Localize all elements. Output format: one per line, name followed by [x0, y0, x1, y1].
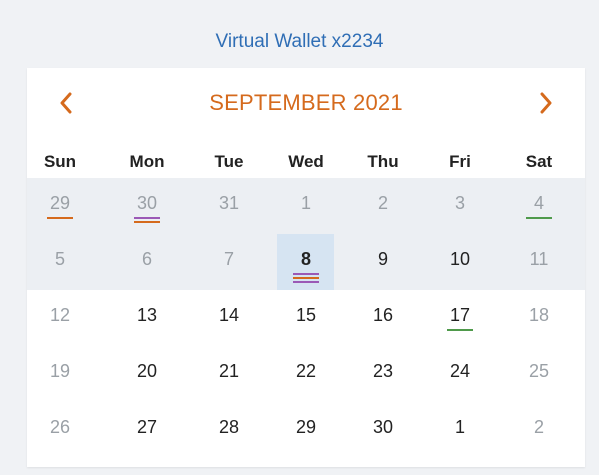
day-cell[interactable]: 17: [432, 304, 488, 348]
day-cell[interactable]: 30: [355, 416, 411, 460]
day-number: 29: [49, 193, 71, 213]
chevron-left-icon: [60, 92, 72, 114]
next-month-button[interactable]: [531, 88, 561, 118]
day-cell[interactable]: 24: [432, 360, 488, 404]
day-cell[interactable]: 19: [32, 360, 88, 404]
weekday-header-row: Sun Mon Tue Wed Thu Fri Sat: [27, 152, 585, 172]
event-mark-orange: [134, 221, 160, 223]
weekday-label: Sat: [525, 152, 553, 171]
day-number: 14: [218, 305, 240, 325]
day-cell[interactable]: 1: [432, 416, 488, 460]
day-cell[interactable]: 22: [278, 360, 334, 404]
day-number: 24: [449, 361, 471, 381]
event-mark-purple: [293, 273, 319, 275]
day-number: 16: [372, 305, 394, 325]
day-cell[interactable]: 2: [511, 416, 567, 460]
day-number: 9: [377, 249, 388, 269]
day-number: 1: [454, 417, 465, 437]
day-cell[interactable]: 28: [201, 416, 257, 460]
day-cell[interactable]: 30: [119, 192, 175, 236]
day-number: 6: [141, 249, 152, 269]
day-cell[interactable]: 31: [201, 192, 257, 236]
day-cell[interactable]: 29: [32, 192, 88, 236]
day-number: 11: [529, 249, 549, 269]
day-number: 2: [533, 417, 544, 437]
day-number: 1: [300, 193, 311, 213]
day-number: 21: [218, 361, 240, 381]
day-number: 4: [533, 193, 544, 213]
event-mark-purple: [134, 217, 160, 219]
event-mark-purple: [293, 281, 319, 283]
day-number: 10: [449, 249, 471, 269]
weekday-label: Mon: [129, 152, 165, 171]
day-number: 30: [372, 417, 394, 437]
day-cell[interactable]: 23: [355, 360, 411, 404]
day-number: 5: [54, 249, 65, 269]
day-cell[interactable]: 12: [32, 304, 88, 348]
event-indicator: [47, 217, 73, 219]
event-indicator: [134, 217, 160, 223]
day-number: 26: [49, 417, 71, 437]
day-cell[interactable]: 13: [119, 304, 175, 348]
day-cell[interactable]: 14: [201, 304, 257, 348]
day-cell[interactable]: 15: [278, 304, 334, 348]
day-number: 22: [295, 361, 317, 381]
day-number: 28: [218, 417, 240, 437]
event-indicator: [293, 273, 319, 283]
day-cell[interactable]: 9: [355, 248, 411, 292]
day-cell[interactable]: 2: [355, 192, 411, 236]
day-cell[interactable]: 21: [201, 360, 257, 404]
day-cell[interactable]: 18: [511, 304, 567, 348]
day-number: 18: [528, 305, 550, 325]
weekday-label: Sun: [43, 152, 77, 171]
event-mark-green: [447, 329, 473, 331]
event-mark-green: [526, 217, 552, 219]
event-mark-orange: [47, 217, 73, 219]
day-number: 29: [295, 417, 317, 437]
day-number: 19: [49, 361, 71, 381]
day-cell[interactable]: 5: [32, 248, 88, 292]
month-title: SEPTEMBER 2021: [209, 90, 403, 115]
day-number: 3: [454, 193, 465, 213]
day-cell[interactable]: 25: [511, 360, 567, 404]
day-number: 2: [377, 193, 388, 213]
day-number: 8: [300, 249, 311, 269]
day-cell[interactable]: 7: [201, 248, 257, 292]
day-cell[interactable]: 27: [119, 416, 175, 460]
event-indicator: [447, 329, 473, 331]
weekday-label: Thu: [367, 152, 399, 171]
day-cell[interactable]: 29: [278, 416, 334, 460]
event-indicator: [526, 217, 552, 219]
account-title: Virtual Wallet x2234: [215, 31, 384, 52]
calendar-card: SEPTEMBER 2021 Sun Mon Tue Wed Thu Fri Sat 29 3…: [27, 68, 585, 467]
weekday-label: Tue: [214, 152, 244, 171]
day-number: 20: [136, 361, 158, 381]
day-number: 23: [372, 361, 394, 381]
day-number: 25: [528, 361, 550, 381]
day-cell[interactable]: 3: [432, 192, 488, 236]
day-cell[interactable]: 16: [355, 304, 411, 348]
prev-month-button[interactable]: [51, 88, 81, 118]
chevron-right-icon: [540, 92, 552, 114]
day-number: 27: [136, 417, 158, 437]
day-cell[interactable]: 11: [511, 248, 567, 292]
day-number: 15: [295, 305, 317, 325]
event-mark-orange: [293, 277, 319, 279]
day-cell[interactable]: 6: [119, 248, 175, 292]
day-cell[interactable]: 26: [32, 416, 88, 460]
day-number: 7: [223, 249, 234, 269]
day-number: 12: [49, 305, 71, 325]
day-number: 17: [449, 305, 471, 325]
day-cell[interactable]: 1: [278, 192, 334, 236]
day-cell-today[interactable]: 8: [278, 248, 334, 292]
day-cell[interactable]: 10: [432, 248, 488, 292]
day-cell[interactable]: 4: [511, 192, 567, 236]
day-number: 31: [218, 193, 240, 213]
day-number: 13: [136, 305, 158, 325]
day-number: 30: [136, 193, 158, 213]
day-cell[interactable]: 20: [119, 360, 175, 404]
weekday-label: Wed: [288, 152, 324, 171]
weekday-label: Fri: [449, 152, 471, 171]
